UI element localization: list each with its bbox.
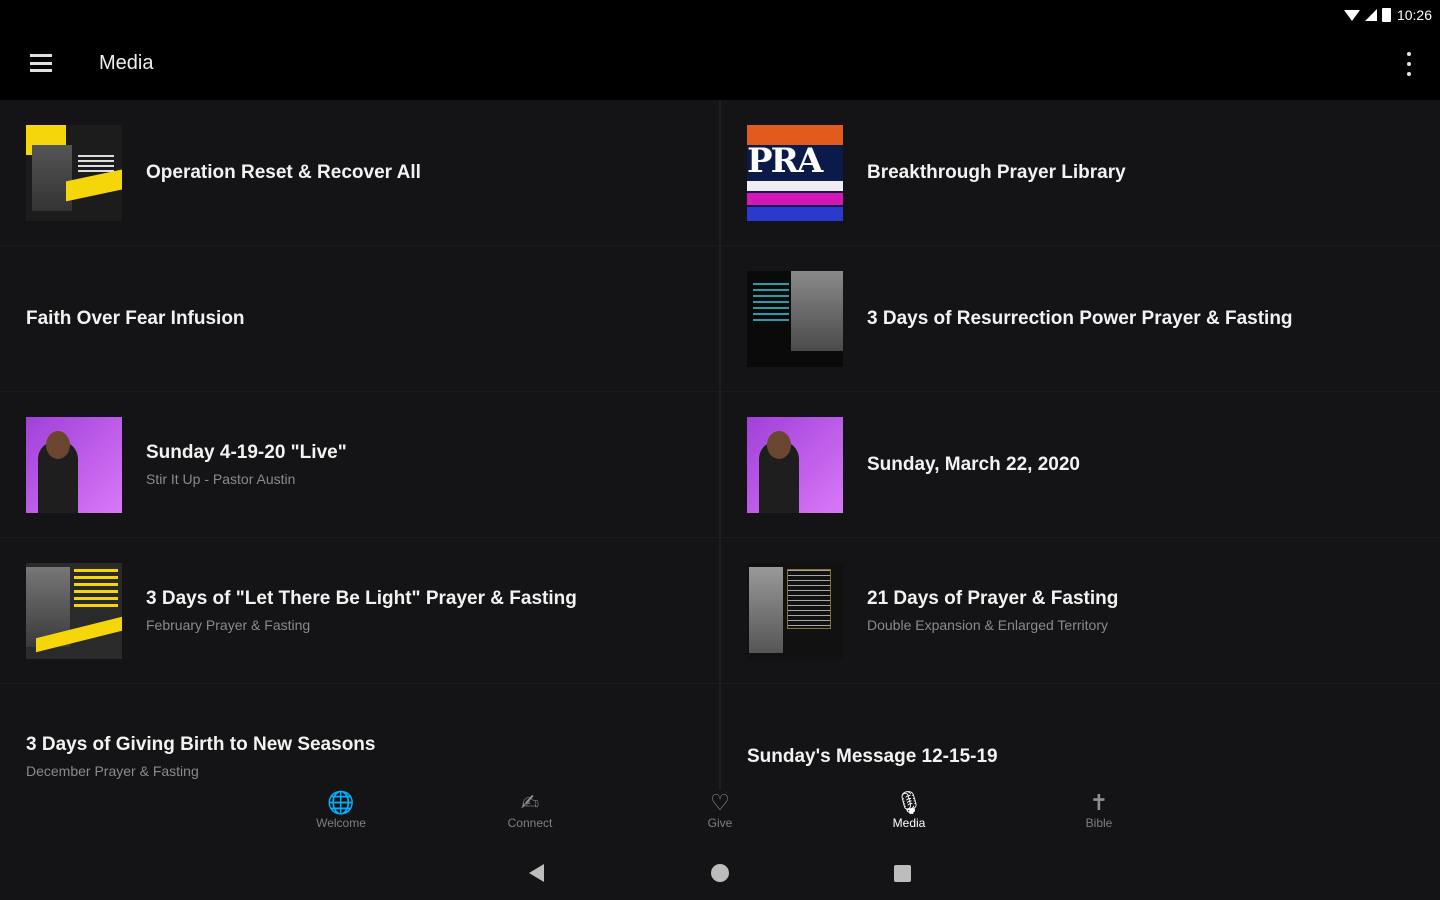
- media-item-subtitle: December Prayer & Fasting: [26, 763, 199, 779]
- nav-label: Connect: [507, 816, 553, 830]
- handshake-icon: ✍: [520, 790, 540, 815]
- bottom-navigation: 🌐 Welcome ✍ Connect ♡ Give 🎙 Media ✝ Bib…: [0, 790, 1440, 840]
- media-item-sunday-march-22[interactable]: Sunday, March 22, 2020: [721, 392, 1440, 538]
- media-item-resurrection-power[interactable]: 3 Days of Resurrection Power Prayer & Fa…: [721, 246, 1440, 392]
- system-navigation-bar: [0, 840, 1440, 900]
- page-title: Media: [99, 52, 154, 74]
- media-item-giving-birth[interactable]: 3 Days of Giving Birth to New Seasons De…: [0, 684, 719, 790]
- media-item-title: 3 Days of Resurrection Power Prayer & Fa…: [867, 307, 1293, 329]
- media-item-let-there-be-light[interactable]: 3 Days of "Let There Be Light" Prayer & …: [0, 538, 719, 684]
- media-grid: Operation Reset & Recover All Faith Over…: [0, 100, 1440, 790]
- cross-icon: ✝: [1089, 790, 1109, 815]
- media-item-21-days[interactable]: 21 Days of Prayer & Fasting Double Expan…: [721, 538, 1440, 684]
- status-bar: 10:26: [0, 0, 1440, 30]
- heart-icon: ♡: [710, 790, 730, 815]
- media-thumbnail: [26, 124, 122, 221]
- signal-icon: [1364, 9, 1377, 21]
- media-thumbnail: [747, 416, 843, 513]
- media-item-faith-over-fear[interactable]: Faith Over Fear Infusion: [0, 246, 719, 392]
- nav-welcome[interactable]: 🌐 Welcome: [301, 790, 381, 840]
- globe-icon: 🌐: [327, 790, 355, 815]
- media-item-title: Sunday, March 22, 2020: [867, 453, 1080, 475]
- media-thumbnail: PRA: [747, 124, 843, 221]
- media-item-title: 21 Days of Prayer & Fasting: [867, 588, 1119, 609]
- media-column-left: Operation Reset & Recover All Faith Over…: [0, 100, 719, 790]
- media-thumbnail: [747, 270, 843, 367]
- app-bar: Media: [0, 30, 1440, 98]
- media-item-title: 3 Days of "Let There Be Light" Prayer & …: [146, 588, 577, 609]
- nav-label: Give: [707, 816, 733, 830]
- media-item-sunday-4-19-20[interactable]: Sunday 4-19-20 "Live" Stir It Up - Pasto…: [0, 392, 719, 538]
- media-thumbnail: [26, 416, 122, 513]
- media-item-operation-reset[interactable]: Operation Reset & Recover All: [0, 100, 719, 246]
- menu-icon[interactable]: [30, 54, 52, 72]
- media-thumbnail: [26, 562, 122, 659]
- media-item-title: Sunday 4-19-20 "Live": [146, 442, 347, 463]
- wifi-icon: [1343, 9, 1360, 21]
- media-item-subtitle: Stir It Up - Pastor Austin: [146, 471, 296, 487]
- recent-apps-icon[interactable]: [894, 865, 911, 882]
- media-item-breakthrough-prayer[interactable]: PRA Breakthrough Prayer Library: [721, 100, 1440, 246]
- nav-bible[interactable]: ✝ Bible: [1059, 790, 1139, 840]
- home-icon[interactable]: [711, 864, 729, 882]
- more-options-icon[interactable]: [1404, 52, 1414, 76]
- media-item-title: Sunday's Message 12-15-19: [747, 745, 998, 767]
- nav-label: Media: [892, 816, 926, 830]
- media-item-sundays-message[interactable]: Sunday's Message 12-15-19: [721, 684, 1440, 790]
- media-item-title: Operation Reset & Recover All: [146, 161, 421, 183]
- nav-media[interactable]: 🎙 Media: [869, 790, 949, 840]
- nav-give[interactable]: ♡ Give: [680, 790, 760, 840]
- nav-label: Bible: [1085, 816, 1113, 830]
- media-item-subtitle: February Prayer & Fasting: [146, 617, 311, 633]
- media-item-title: Breakthrough Prayer Library: [867, 161, 1126, 183]
- media-item-subtitle: Double Expansion & Enlarged Territory: [867, 617, 1108, 633]
- nav-connect[interactable]: ✍ Connect: [490, 790, 570, 840]
- status-time: 10:26: [1396, 7, 1432, 23]
- microphone-icon: 🎙: [895, 790, 923, 815]
- media-item-title: 3 Days of Giving Birth to New Seasons: [26, 734, 376, 755]
- nav-label: Welcome: [316, 816, 366, 830]
- media-thumbnail: [747, 562, 843, 659]
- media-item-title: Faith Over Fear Infusion: [26, 307, 245, 329]
- back-icon[interactable]: [529, 864, 544, 882]
- media-column-right: PRA Breakthrough Prayer Library 3 Days o…: [721, 100, 1440, 790]
- battery-icon: [1381, 8, 1391, 22]
